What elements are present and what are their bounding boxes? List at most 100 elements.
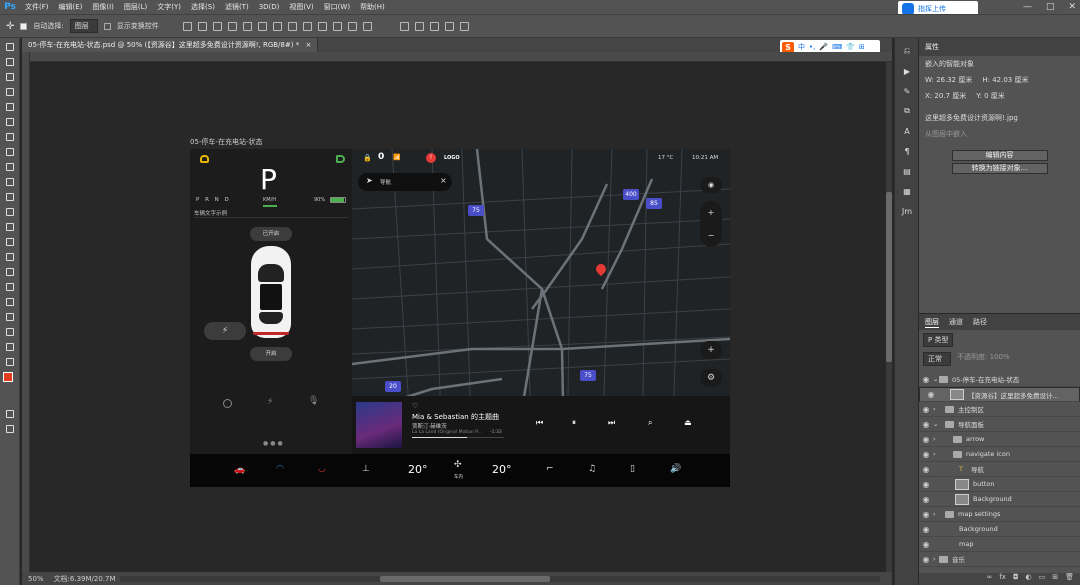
3d-scale-icon[interactable] [459,21,469,31]
zoom-in-button[interactable]: + [700,201,722,224]
blend-mode-select[interactable]: 正常 [923,352,951,366]
music-note-icon[interactable]: ♫ [588,464,596,474]
auto-align-icon[interactable] [362,21,372,31]
nav-search-bar[interactable]: ➤ 导航 × [358,173,452,191]
visibility-eye-icon[interactable]: ◉ [919,510,933,519]
new-group-icon[interactable]: ▭ [1039,573,1046,585]
ime-punct-icon[interactable]: •, [809,43,815,51]
skin-icon[interactable]: 👕 [846,43,855,51]
screen-mode-button[interactable] [0,423,20,435]
paragraph-panel-icon[interactable]: ¶ [895,144,919,158]
history-brush-tool[interactable] [0,191,20,203]
opacity-field[interactable]: 不透明度: 100% [957,352,1010,366]
more-tools[interactable] [0,356,20,368]
artboard-label[interactable]: 05-停车-在充电站-状态 [190,137,263,147]
brush-tool[interactable] [0,161,20,173]
visibility-eye-icon[interactable]: ◉ [919,375,933,384]
maximize-icon[interactable]: □ [1046,2,1055,12]
compass-button[interactable]: ◉ [700,177,722,193]
history-panel-icon[interactable]: ⎌ [895,44,919,58]
layer-row[interactable]: ◉ › map settings [919,507,1080,522]
menu-3d[interactable]: 3D(D) [254,3,285,11]
mask-icon[interactable]: ◘ [1013,573,1019,585]
favorite-heart-icon[interactable]: ♡ [412,402,418,410]
album-cover[interactable] [356,402,402,448]
lightning-icon[interactable]: ⚡ [267,397,273,407]
lasso-tool[interactable] [0,71,20,83]
map-settings-button[interactable]: ⚙ [700,369,722,387]
ime-mode[interactable]: 中 [798,42,805,52]
layer-row[interactable]: ◉ 【资源谷】这里超多免费设计... [919,387,1080,402]
move-tool[interactable] [0,41,20,53]
menu-help[interactable]: 帮助(H) [355,2,390,12]
layer-row[interactable]: ◉ ⌄ 05-停车-在充电站-状态 [919,372,1080,387]
hand-tool[interactable] [0,326,20,338]
target-icon[interactable] [223,399,232,408]
menu-image[interactable]: 图像(I) [87,2,119,12]
visibility-eye-icon[interactable]: ◉ [919,420,933,429]
layer-row[interactable]: ◉ T 导航 [919,462,1080,477]
close-icon[interactable]: ✕ [1068,2,1076,12]
visibility-eye-icon[interactable]: ◉ [919,465,933,474]
lock-icon[interactable]: 🔒 [363,154,372,162]
rear-defrost-icon[interactable]: ◡ [318,464,326,474]
visibility-eye-icon[interactable]: ◉ [919,540,933,549]
fx-icon[interactable]: fx [999,573,1006,585]
nav-close-icon[interactable]: × [440,176,447,185]
menu-edit[interactable]: 编辑(E) [54,2,88,12]
zoom-level[interactable]: 50% [28,575,44,583]
type-tool[interactable] [0,281,20,293]
notes-panel-icon[interactable]: ▦ [895,184,919,198]
crop-tool[interactable] [0,101,20,113]
microphone-icon-car[interactable]: 🎙 [308,396,319,406]
distribute-left-icon[interactable] [317,21,327,31]
temp-left[interactable]: 20° [408,463,428,476]
3d-roll-icon[interactable] [414,21,424,31]
layer-row[interactable]: ◉ ⌄ 导航面板 [919,417,1080,432]
previous-track-icon[interactable]: ⏮ [536,418,543,428]
quick-mask-button[interactable] [0,408,20,420]
distribute-center-icon[interactable] [332,21,342,31]
tab-layers[interactable]: 图层 [925,317,939,328]
align-middle-icon[interactable] [197,21,207,31]
fan-icon[interactable]: ✣ [454,460,462,470]
glyphs-panel-icon[interactable]: ▤ [895,164,919,178]
seat-icon[interactable]: ⊥ [362,464,370,474]
distribute-top-icon[interactable] [272,21,282,31]
align-left-icon[interactable] [227,21,237,31]
align-right-icon[interactable] [257,21,267,31]
menu-type[interactable]: 文字(Y) [152,2,186,12]
visibility-eye-icon[interactable]: ◉ [919,405,933,414]
close-tab-icon[interactable]: × [305,41,311,49]
stamp-tool[interactable] [0,176,20,188]
dodge-tool[interactable] [0,251,20,263]
link-layers-icon[interactable]: ∞ [987,573,993,585]
adjustment-icon[interactable]: ◐ [1026,573,1032,585]
edit-contents-button[interactable]: 编辑内容 [951,150,1048,161]
menu-filter[interactable]: 滤镜(T) [220,2,254,12]
vertical-scrollbar[interactable] [886,62,892,572]
x-field[interactable]: X: 20.7 厘米 [925,91,966,101]
blur-tool[interactable] [0,236,20,248]
zoom-tool[interactable] [0,341,20,353]
menu-layer[interactable]: 图层(L) [119,2,152,12]
grid-icon[interactable]: ⊞ [859,43,865,51]
layer-row[interactable]: ◉ map [919,537,1080,552]
temp-right[interactable]: 20° [492,463,512,476]
magic-wand-tool[interactable] [0,86,20,98]
distribute-bottom-icon[interactable] [302,21,312,31]
align-bottom-icon[interactable] [212,21,222,31]
zoom-out-button[interactable]: − [700,224,722,247]
charge-button[interactable]: ⚡ [204,322,246,340]
eject-icon[interactable]: ⏏ [684,418,692,427]
eyedropper-tool[interactable] [0,131,20,143]
trash-icon[interactable]: 🗑 [1065,573,1074,585]
move-tool-icon[interactable]: ✛ [6,21,14,32]
convert-to-linked-button[interactable]: 转换为链接对象... [951,163,1048,174]
distribute-right-icon[interactable] [347,21,357,31]
visibility-eye-icon[interactable]: ◉ [919,450,933,459]
shape-tool[interactable] [0,311,20,323]
alert-badge[interactable]: ! [426,153,436,163]
3d-pan-icon[interactable] [429,21,439,31]
visibility-eye-icon[interactable]: ◉ [924,390,938,399]
